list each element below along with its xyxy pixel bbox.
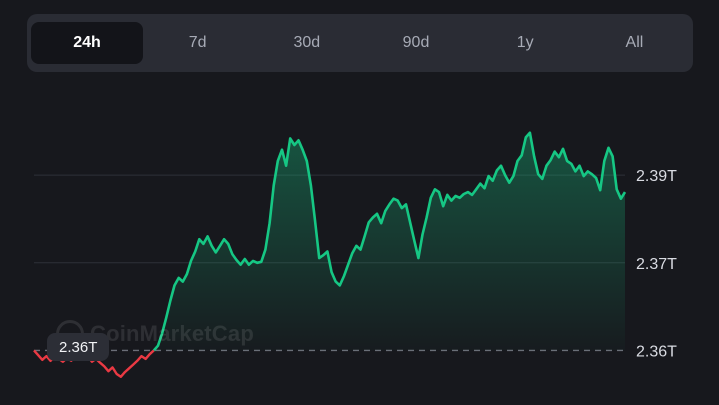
tab-7d[interactable]: 7d <box>143 22 252 64</box>
tab-24h[interactable]: 24h <box>31 22 143 64</box>
tab-1y[interactable]: 1y <box>471 22 580 64</box>
y-tick-label: 2.36T <box>636 343 677 360</box>
y-tick-label: 2.39T <box>636 168 677 185</box>
tab-all[interactable]: All <box>580 22 689 64</box>
tab-90d[interactable]: 90d <box>361 22 470 64</box>
timeframe-tabs: 24h 7d 30d 90d 1y All <box>27 14 693 72</box>
price-chart[interactable]: 2.36T 2.37T 2.39T CoinMarketCap 2.36T <box>0 72 719 405</box>
watermark-text: CoinMarketCap <box>90 321 254 346</box>
tab-30d[interactable]: 30d <box>252 22 361 64</box>
y-tick-label: 2.37T <box>636 256 677 273</box>
baseline-price-label: 2.36T <box>47 333 110 361</box>
